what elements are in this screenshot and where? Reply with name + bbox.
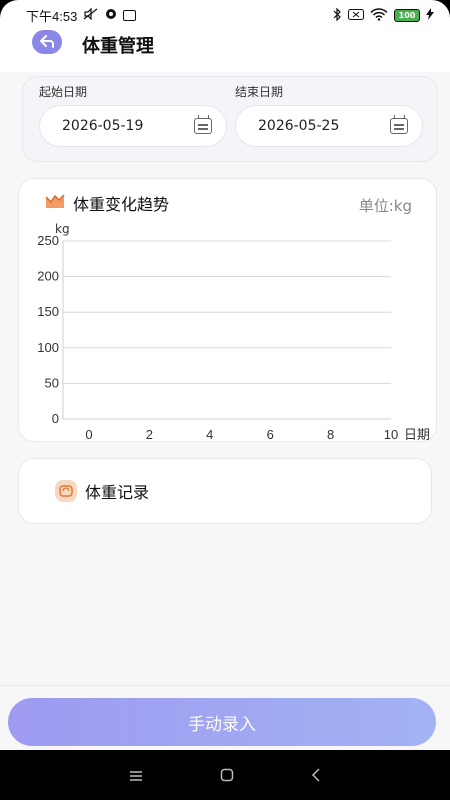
weight-chart: kg0501001502002500 2 4 6 8 10 日期 bbox=[37, 222, 430, 441]
y-tick-label: 250 bbox=[37, 233, 59, 248]
y-tick-label: 50 bbox=[45, 375, 59, 390]
x-tick-label: 4 bbox=[206, 427, 213, 441]
page-title: 体重管理 bbox=[82, 36, 154, 57]
menu-icon[interactable] bbox=[129, 767, 143, 786]
start-date-label: 起始日期 bbox=[39, 85, 88, 99]
weight-record-card[interactable]: 体重记录 bbox=[18, 458, 432, 524]
footer-divider bbox=[0, 685, 450, 686]
charging-icon bbox=[426, 8, 434, 22]
calendar-icon bbox=[194, 115, 212, 134]
home-icon[interactable] bbox=[220, 767, 234, 786]
chart-title: 体重变化趋势 bbox=[73, 195, 170, 214]
y-tick-label: 100 bbox=[37, 340, 59, 355]
bluetooth-icon bbox=[332, 7, 342, 23]
x-tick-label: 2 bbox=[146, 427, 153, 441]
trend-chart-icon bbox=[45, 194, 65, 208]
wifi-icon bbox=[370, 7, 388, 23]
no-sim-icon bbox=[348, 8, 364, 22]
mute-icon bbox=[83, 7, 99, 22]
battery-icon: 100 bbox=[394, 8, 420, 22]
back-button[interactable] bbox=[32, 30, 62, 54]
y-tick-label: 200 bbox=[37, 269, 59, 284]
x-tick-label: 6 bbox=[267, 427, 274, 441]
phone-frame: 下午4:53 100 体重管理 起始日期 2026-05-19 结束日期 202… bbox=[0, 0, 450, 800]
x-tick-label: 0 bbox=[85, 427, 92, 441]
date-range-card: 起始日期 2026-05-19 结束日期 2026-05-25 bbox=[22, 76, 438, 162]
y-tick-label: 0 bbox=[52, 411, 59, 426]
x-axis-label: 日期 bbox=[404, 428, 430, 441]
app-screen: 体重管理 起始日期 2026-05-19 结束日期 2026-05-25 体重变… bbox=[0, 30, 450, 750]
weight-trend-card: 体重变化趋势 单位:kg kg 0 50 100 150 200 250 0 2 4 6 8 10 日期 bbox=[18, 178, 437, 442]
record-title: 体重记录 bbox=[85, 483, 150, 502]
app-notification-icon bbox=[123, 9, 137, 21]
start-date-field[interactable]: 2026-05-19 bbox=[39, 105, 227, 147]
chart-unit-label: 单位:kg bbox=[358, 197, 412, 215]
y-tick-label: 150 bbox=[37, 304, 59, 319]
end-date-field[interactable]: 2026-05-25 bbox=[235, 105, 423, 147]
back-arrow-icon bbox=[40, 35, 54, 48]
manual-entry-button[interactable]: 手动录入 bbox=[8, 698, 436, 746]
system-nav-bar bbox=[0, 752, 450, 800]
notification-icon bbox=[105, 8, 117, 22]
back-nav-icon[interactable] bbox=[311, 767, 321, 786]
status-time: 下午4:53 bbox=[26, 8, 78, 24]
header: 体重管理 bbox=[0, 30, 450, 72]
start-date-value: 2026-05-19 bbox=[62, 118, 144, 134]
scale-icon bbox=[55, 480, 77, 502]
end-date-label: 结束日期 bbox=[235, 85, 284, 99]
status-bar: 下午4:53 100 bbox=[0, 0, 450, 30]
x-tick-label: 8 bbox=[327, 427, 334, 441]
x-tick-label: 10 bbox=[384, 427, 398, 441]
calendar-icon bbox=[390, 115, 408, 134]
end-date-value: 2026-05-25 bbox=[258, 118, 340, 134]
